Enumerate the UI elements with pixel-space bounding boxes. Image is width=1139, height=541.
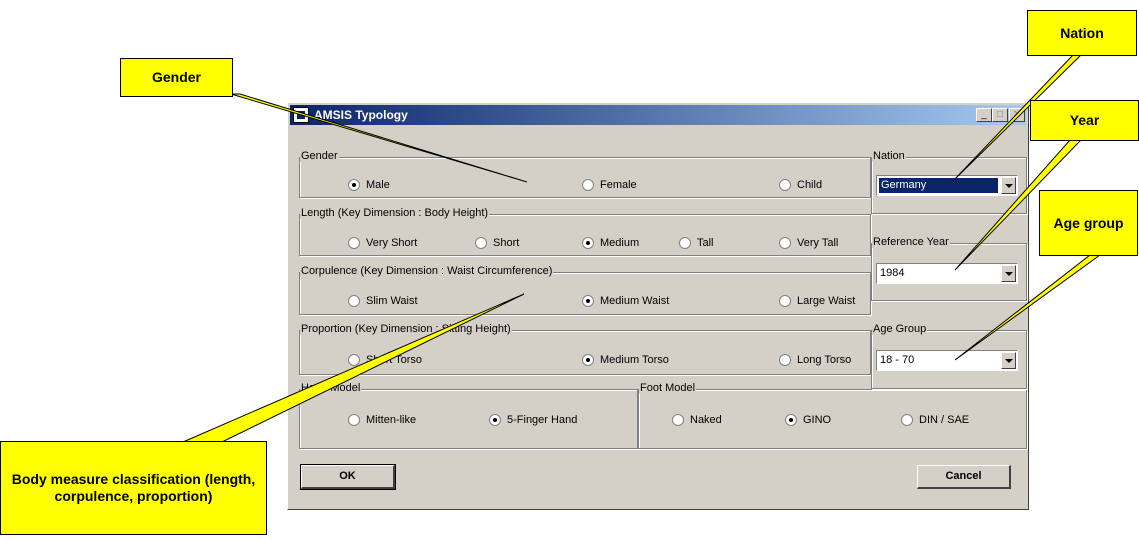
year-callout: Year (1030, 100, 1139, 141)
body-measure-pointer (182, 293, 525, 443)
gender-pointer (230, 93, 528, 183)
age-group-callout: Age group (1039, 190, 1138, 256)
body-measure-callout: Body measure classification (length, cor… (0, 441, 267, 535)
age-group-pointer (954, 254, 1102, 361)
nation-callout: Nation (1027, 10, 1137, 56)
gender-callout: Gender (120, 58, 233, 97)
